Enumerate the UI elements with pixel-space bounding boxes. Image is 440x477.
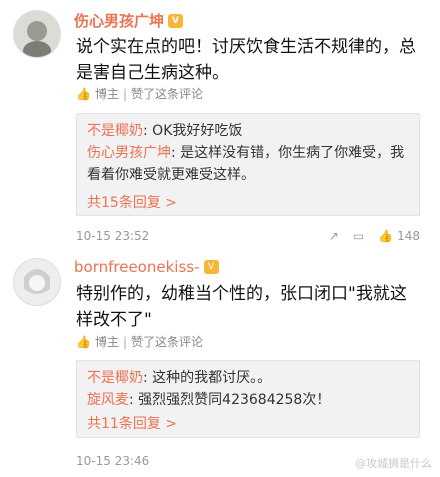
thumb-up-icon: 👍 [76, 334, 91, 349]
thumb-up-icon: 👍 [76, 86, 91, 101]
reply-author[interactable]: 不是椰奶 [87, 123, 143, 139]
vip-badge-icon: V [168, 13, 184, 28]
like-button[interactable]: 👍 148 [378, 229, 420, 243]
reply-text: 强烈强烈赞同423684258次！ [138, 392, 331, 408]
blogger-label: 博主 [94, 335, 119, 349]
vip-badge-icon: V [203, 260, 219, 274]
reply-box[interactable]: 不是椰奶: OK我好好吃饭 伤心男孩广坤: 是这样没有错，你生病了你难受，我看着… [76, 113, 420, 216]
reply-sep: : [143, 123, 153, 139]
reply-author[interactable]: 伤心男孩广坤 [87, 145, 171, 161]
reply-item: 伤心男孩广坤: 是这样没有错，你生病了你难受，我看着你难受就更难受这样。 [87, 142, 409, 186]
username[interactable]: 伤心男孩广坤 V [74, 10, 184, 31]
comment-text: 特别作的，幼稚当个性的，张口闭口"我就这样改不了" [76, 284, 407, 330]
blogger-liked-meta: 👍 博主 | 赞了这条评论 [76, 333, 203, 350]
liked-label: 赞了这条评论 [131, 87, 204, 101]
username-text[interactable]: 伤心男孩广坤 [74, 10, 164, 31]
thumb-up-icon: 👍 [378, 229, 394, 243]
comment-icon[interactable]: ▭ [353, 229, 364, 243]
reply-item: 旋风麦: 强烈强烈赞同423684258次！ [87, 389, 409, 411]
more-replies-link[interactable]: 共11条回复 > [87, 413, 409, 435]
share-icon[interactable]: ↗ [329, 229, 339, 243]
blogger-liked-meta: 👍 博主 | 赞了这条评论 [76, 85, 203, 102]
comment-footer: 10-15 23:52 ↗ ▭ 👍 148 [76, 229, 420, 243]
timestamp: 10-15 23:52 [76, 229, 150, 243]
reply-text: 这种的我都讨厌。。 [152, 370, 272, 386]
reply-sep: : [171, 145, 181, 161]
reply-box[interactable]: 不是椰奶: 这种的我都讨厌。。 旋风麦: 强烈强烈赞同423684258次！ 共… [76, 360, 420, 438]
reply-text: OK我好好吃饭 [152, 123, 243, 139]
liked-label: 赞了这条评论 [131, 335, 204, 349]
reply-item: 不是椰奶: 这种的我都讨厌。。 [87, 367, 409, 389]
blogger-label: 博主 [94, 87, 119, 101]
avatar[interactable] [13, 258, 61, 306]
username-text[interactable]: bornfreeonekiss- [74, 258, 200, 276]
like-count: 148 [397, 229, 420, 243]
avatar[interactable] [13, 10, 61, 58]
comment-actions: ↗ ▭ 👍 148 [329, 229, 420, 243]
comment-text: 说个实在点的吧！讨厌饮食生活不规律的，总是害自己生病这种。 [76, 37, 416, 83]
reply-sep: : [143, 370, 153, 386]
separator: | [122, 334, 128, 349]
more-replies-link[interactable]: 共15条回复 > [87, 192, 409, 214]
reply-author[interactable]: 旋风麦 [87, 392, 129, 408]
reply-sep: : [129, 392, 139, 408]
separator: | [122, 86, 128, 101]
username[interactable]: bornfreeonekiss- V [74, 258, 219, 276]
reply-item: 不是椰奶: OK我好好吃饭 [87, 120, 409, 142]
reply-author[interactable]: 不是椰奶 [87, 370, 143, 386]
watermark: @攻城狮是什么 [355, 457, 432, 470]
